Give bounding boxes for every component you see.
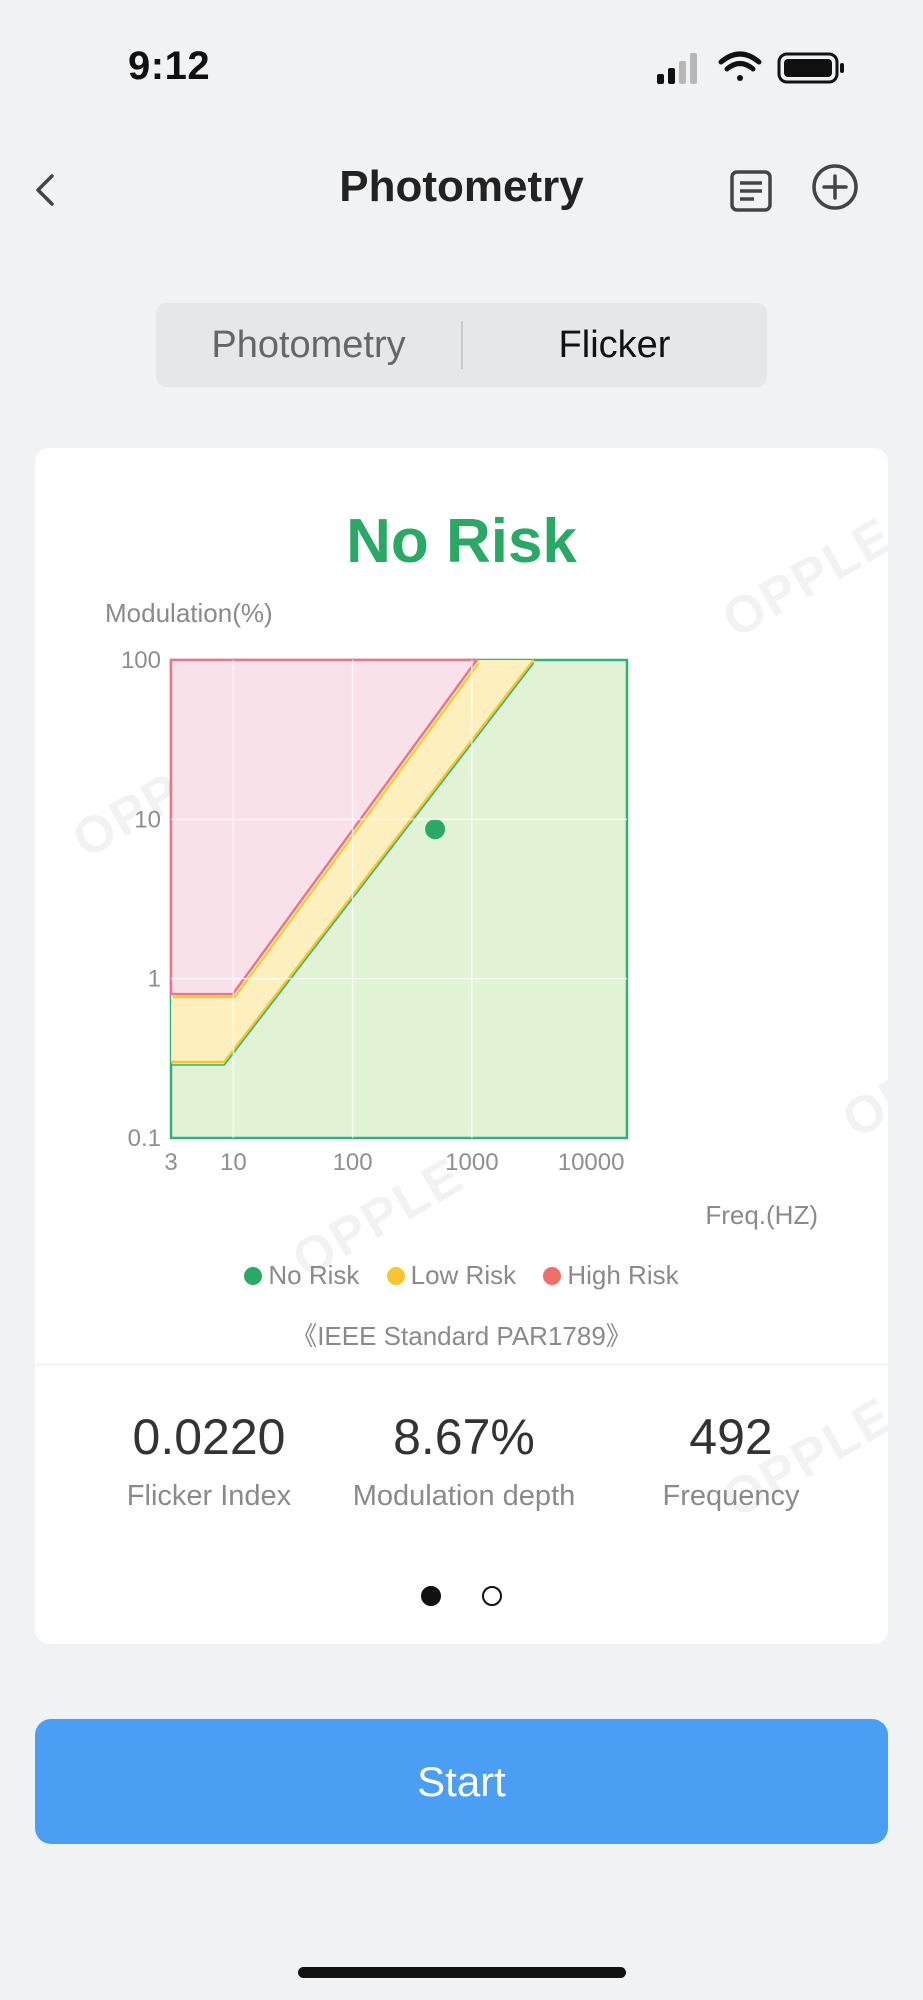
x-axis-ticks: 3 10 100 1000 10000 bbox=[164, 1149, 624, 1176]
y-axis-ticks: 100 10 1 0.1 bbox=[121, 647, 161, 1152]
measurement-point bbox=[425, 819, 446, 840]
x-tick-label: 100 bbox=[333, 1149, 373, 1176]
legend-dot bbox=[543, 1267, 562, 1285]
status-icons bbox=[657, 51, 844, 84]
legend-label: No Risk bbox=[268, 1260, 360, 1290]
y-tick-label: 100 bbox=[121, 647, 161, 674]
document-icon[interactable] bbox=[728, 168, 774, 214]
x-axis-title: Freq.(HZ) bbox=[705, 1200, 818, 1230]
tab-photometry[interactable]: Photometry bbox=[156, 303, 461, 387]
x-tick-label: 3 bbox=[164, 1149, 177, 1176]
x-tick-label: 1000 bbox=[445, 1149, 498, 1176]
tab-flicker[interactable]: Flicker bbox=[462, 303, 767, 387]
metric-modulation-depth: 8.67% Modulation depth bbox=[324, 1408, 604, 1513]
home-indicator bbox=[298, 1967, 626, 1978]
card-divider bbox=[35, 1364, 888, 1365]
legend-label: Low Risk bbox=[410, 1260, 517, 1290]
x-tick-label: 10 bbox=[220, 1149, 247, 1176]
legend-item-no-risk: No Risk bbox=[244, 1260, 359, 1291]
legend-label: High Risk bbox=[567, 1260, 679, 1290]
legend-dot bbox=[244, 1267, 263, 1285]
chart-regions bbox=[169, 658, 629, 1140]
battery-icon bbox=[777, 52, 844, 84]
status-time: 9:12 bbox=[128, 44, 211, 88]
nav-bar: Photometry bbox=[0, 140, 923, 240]
metric-frequency: 492 Frequency bbox=[591, 1408, 871, 1513]
chart-points bbox=[425, 819, 446, 840]
page-title: Photometry bbox=[339, 162, 584, 211]
page-dot-1[interactable] bbox=[421, 1586, 442, 1606]
y-tick-label: 0.1 bbox=[128, 1125, 161, 1152]
metric-label: Modulation depth bbox=[352, 1480, 576, 1512]
legend-dot bbox=[386, 1267, 405, 1285]
segmented-control: Photometry Flicker bbox=[156, 303, 767, 387]
plus-circle-icon[interactable] bbox=[810, 162, 860, 212]
metric-label: Flicker Index bbox=[126, 1480, 292, 1512]
signal-icon bbox=[657, 53, 697, 84]
legend-item-high-risk: High Risk bbox=[543, 1260, 679, 1291]
metric-flicker-index: 0.0220 Flicker Index bbox=[69, 1408, 349, 1513]
page-indicator bbox=[35, 1586, 888, 1611]
metric-value: 8.67% bbox=[393, 1409, 535, 1465]
x-tick-label: 10000 bbox=[558, 1149, 625, 1176]
flicker-card: OPPLE OPPLE OPPLE OPPLE OPPLE No Risk Mo… bbox=[35, 448, 888, 1644]
flicker-risk-chart: 100 10 1 0.1 3 10 100 1000 10000 bbox=[121, 647, 629, 1176]
metric-value: 0.0220 bbox=[132, 1409, 286, 1465]
metric-label: Frequency bbox=[662, 1480, 800, 1512]
start-button[interactable]: Start bbox=[35, 1719, 888, 1844]
legend-item-low-risk: Low Risk bbox=[386, 1260, 517, 1291]
y-tick-label: 10 bbox=[134, 806, 161, 833]
metric-value: 492 bbox=[689, 1409, 773, 1465]
y-tick-label: 1 bbox=[148, 966, 161, 993]
standard-reference: 《IEEE Standard PAR1789》 bbox=[291, 1321, 632, 1351]
wifi-icon bbox=[718, 51, 762, 81]
page-dot-2[interactable] bbox=[481, 1586, 502, 1606]
chart-legend: No Risk Low Risk High Risk bbox=[35, 1260, 888, 1291]
status-bar: 9:12 bbox=[0, 0, 923, 120]
